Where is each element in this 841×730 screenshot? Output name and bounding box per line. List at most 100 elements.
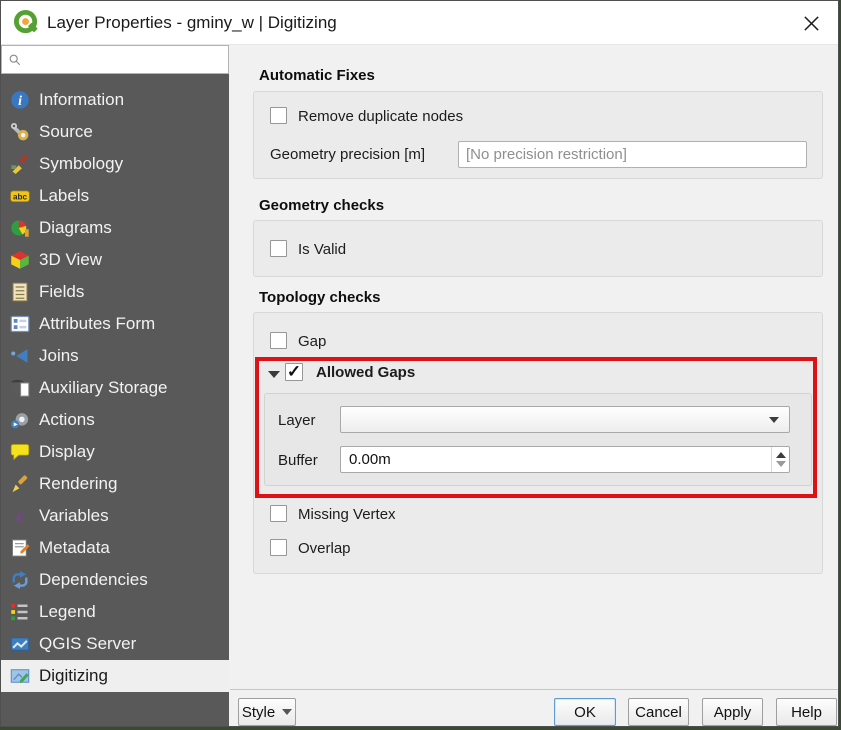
section-title-geometry-checks: Geometry checks <box>259 197 385 214</box>
sidebar: i Information Source Symbology abc Labels Diag… <box>1 74 229 726</box>
window-title: Layer Properties - gminy_w | Digitizing <box>47 12 337 32</box>
ok-button[interactable]: OK <box>554 698 616 726</box>
close-icon[interactable] <box>800 12 822 34</box>
sidebar-item-information[interactable]: i Information <box>1 84 229 116</box>
geometry-checks-group: Is Valid <box>253 220 823 277</box>
ok-button-label: OK <box>574 703 596 721</box>
spin-up-icon[interactable] <box>775 452 786 458</box>
remove-duplicate-nodes-checkbox[interactable] <box>270 107 287 124</box>
display-icon <box>10 442 30 462</box>
sidebar-item-display[interactable]: Display <box>1 436 229 468</box>
help-button[interactable]: Help <box>776 698 837 726</box>
sidebar-item-label: Actions <box>39 410 95 429</box>
is-valid-label: Is Valid <box>298 241 347 258</box>
sidebar-item-metadata[interactable]: Metadata <box>1 532 229 564</box>
sidebar-item-auxiliary-storage[interactable]: Auxiliary Storage <box>1 372 229 404</box>
overlap-checkbox[interactable] <box>270 539 287 556</box>
titlebar: Layer Properties - gminy_w | Digitizing <box>1 1 838 45</box>
sidebar-item-label: Symbology <box>39 154 124 173</box>
qgis-server-icon <box>10 634 30 654</box>
sidebar-item-label: Variables <box>39 506 109 525</box>
allowed-gaps-subgroup: Layer Buffer 0.00m <box>264 393 812 486</box>
search-box[interactable] <box>1 45 229 74</box>
sidebar-item-diagrams[interactable]: Diagrams <box>1 212 229 244</box>
allowed-gaps-label: Allowed Gaps <box>316 364 416 381</box>
gap-label: Gap <box>298 333 327 350</box>
sidebar-item-attributes-form[interactable]: Attributes Form <box>1 308 229 340</box>
footer: Style OK Cancel Apply Help <box>230 690 838 726</box>
sidebar-item-variables[interactable]: ε Variables <box>1 500 229 532</box>
help-button-label: Help <box>791 703 822 721</box>
sidebar-item-label: Fields <box>39 282 85 301</box>
sidebar-item-label: QGIS Server <box>39 634 137 653</box>
source-icon <box>10 122 30 142</box>
sidebar-item-legend[interactable]: Legend <box>1 596 229 628</box>
chevron-down-icon <box>282 709 293 715</box>
qgis-logo-icon <box>13 9 40 36</box>
information-icon: i <box>10 90 30 110</box>
search-icon <box>8 53 22 67</box>
sidebar-item-actions[interactable]: Actions <box>1 404 229 436</box>
is-valid-checkbox[interactable] <box>270 240 287 257</box>
layer-properties-dialog: Layer Properties - gminy_w | Digitizing … <box>0 0 839 727</box>
sidebar-item-label: 3D View <box>39 250 102 269</box>
search-input[interactable] <box>27 46 228 73</box>
allowed-gaps-expander-icon[interactable] <box>268 371 280 378</box>
sidebar-item-label: Information <box>39 90 125 109</box>
buffer-value: 0.00m <box>349 451 391 468</box>
section-title-automatic-fixes: Automatic Fixes <box>259 67 375 84</box>
sidebar-item-label: Joins <box>39 346 79 365</box>
sidebar-item-label: Digitizing <box>39 666 108 685</box>
gap-checkbox[interactable] <box>270 332 287 349</box>
auxiliary-storage-icon <box>10 378 30 398</box>
layer-select[interactable] <box>340 406 790 433</box>
svg-text:i: i <box>18 93 22 108</box>
main-panel: Automatic Fixes Remove duplicate nodes G… <box>230 45 838 689</box>
sidebar-item-digitizing[interactable]: Digitizing <box>1 660 229 692</box>
sidebar-item-fields[interactable]: Fields <box>1 276 229 308</box>
3d-view-icon <box>10 250 30 270</box>
missing-vertex-label: Missing Vertex <box>298 506 396 523</box>
sidebar-item-dependencies[interactable]: Dependencies <box>1 564 229 596</box>
dependencies-icon <box>10 570 30 590</box>
cancel-button[interactable]: Cancel <box>628 698 689 726</box>
chevron-down-icon <box>769 416 779 423</box>
sidebar-item-joins[interactable]: Joins <box>1 340 229 372</box>
spin-down-icon[interactable] <box>775 461 786 467</box>
sidebar-item-label: Display <box>39 442 95 461</box>
sidebar-item-label: Diagrams <box>39 218 112 237</box>
topology-checks-group: Gap ✓ Allowed Gaps Layer Buffer 0.00m Mi… <box>253 312 823 574</box>
automatic-fixes-group: Remove duplicate nodes Geometry precisio… <box>253 91 823 179</box>
allowed-gaps-checkbox[interactable]: ✓ <box>285 363 303 381</box>
buffer-spinner[interactable]: 0.00m <box>340 446 790 473</box>
sidebar-item-label: Rendering <box>39 474 118 493</box>
metadata-icon <box>10 538 30 558</box>
rendering-icon <box>10 474 30 494</box>
missing-vertex-checkbox[interactable] <box>270 505 287 522</box>
actions-icon <box>10 410 30 430</box>
digitizing-icon <box>10 666 30 686</box>
sidebar-item-symbology[interactable]: Symbology <box>1 148 229 180</box>
style-button-label: Style <box>241 703 276 721</box>
sidebar-item-3d-view[interactable]: 3D View <box>1 244 229 276</box>
fields-icon <box>10 282 30 302</box>
svg-text:ε: ε <box>16 506 24 526</box>
style-dropdown-button[interactable]: Style <box>238 698 296 726</box>
apply-button[interactable]: Apply <box>702 698 763 726</box>
spinner-buttons[interactable] <box>771 447 789 472</box>
buffer-label: Buffer <box>278 452 318 469</box>
sidebar-item-labels[interactable]: abc Labels <box>1 180 229 212</box>
svg-text:abc: abc <box>13 193 27 202</box>
sidebar-item-source[interactable]: Source <box>1 116 229 148</box>
remove-duplicate-nodes-label: Remove duplicate nodes <box>298 108 464 125</box>
attributes-form-icon <box>10 314 30 334</box>
sidebar-item-label: Dependencies <box>39 570 148 589</box>
sidebar-item-qgis-server[interactable]: QGIS Server <box>1 628 229 660</box>
cancel-button-label: Cancel <box>635 703 682 721</box>
geometry-precision-label: Geometry precision [m] <box>270 146 426 163</box>
sidebar-item-rendering[interactable]: Rendering <box>1 468 229 500</box>
geometry-precision-input[interactable] <box>458 141 807 168</box>
section-title-topology-checks: Topology checks <box>259 289 381 306</box>
labels-icon: abc <box>10 186 30 206</box>
overlap-label: Overlap <box>298 540 351 557</box>
